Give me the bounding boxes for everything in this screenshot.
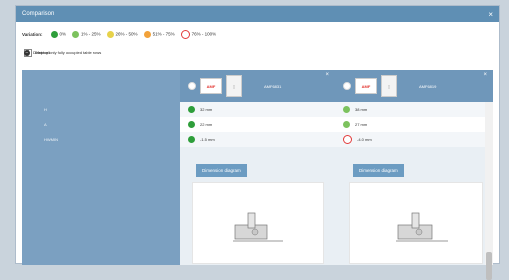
status-dot-icon	[343, 106, 350, 113]
remove-product-icon[interactable]: ×	[325, 72, 329, 78]
row-label-a: A	[44, 122, 47, 127]
product-thumbnail: ▯	[226, 75, 242, 97]
clamp-diagram-icon	[233, 212, 283, 242]
amf-logo: AMF	[355, 78, 377, 94]
legend-label: Variation:	[22, 32, 43, 37]
value-cell: 22 mm	[180, 117, 335, 132]
value-cell: 27 mm	[335, 117, 493, 132]
dimension-diagram-button[interactable]: Dimension diagram	[353, 164, 404, 177]
status-dot-icon	[188, 121, 195, 128]
value-cell: -1.5 mm	[180, 132, 335, 147]
amf-logo: AMF	[200, 78, 222, 94]
value-cell: -4.0 mm	[335, 132, 493, 147]
status-dot-icon	[188, 106, 195, 113]
legend-dot-icon	[72, 31, 80, 38]
value-cell: 38 mm	[335, 102, 493, 117]
dimension-diagram	[192, 182, 324, 264]
product-cell-1: AMF ▯ AMF6819 ×	[335, 70, 493, 102]
legend-item-4: 76% - 100%	[180, 30, 216, 39]
legend-dot-icon	[180, 30, 190, 39]
legend-item-3: 51% - 75%	[143, 31, 175, 38]
clamp-diagram-icon	[396, 212, 448, 242]
scrollbar[interactable]	[485, 102, 493, 280]
row-label-h: H	[44, 107, 47, 112]
select-radio[interactable]	[343, 82, 351, 90]
options-panel: ✓ Display only fully occupied table rows…	[16, 43, 499, 57]
product-name: AMF6831	[264, 83, 282, 89]
scrollbar-thumb[interactable]	[486, 252, 492, 280]
legend-item-2: 26% - 50%	[106, 31, 138, 38]
product-cell-0: AMF ▯ AMF6831 ×	[180, 70, 335, 102]
legend-item-0: 0%	[50, 31, 66, 38]
dimension-diagram	[349, 182, 483, 264]
status-dot-icon	[343, 135, 352, 144]
status-dot-icon	[188, 136, 195, 143]
attribute-column	[22, 70, 180, 265]
product-thumbnail: ▯	[381, 75, 397, 97]
comparison-table: AMF ▯ AMF6831 × AMF ▯ AMF6819 × H A HWMI…	[22, 70, 493, 280]
status-dot-icon	[343, 121, 350, 128]
close-icon[interactable]: ×	[488, 10, 493, 19]
row-label-hwmin: HWMIN	[44, 137, 58, 142]
legend-dot-icon	[106, 31, 114, 38]
variation-legend: Variation: 0% 1% - 25% 26% - 50% 51% - 7…	[16, 22, 499, 43]
product-name: AMF6819	[419, 83, 437, 89]
dialog-title: Comparison	[22, 11, 55, 17]
remove-icon[interactable]: −	[24, 49, 30, 56]
legend-dot-icon	[50, 31, 58, 38]
legend-dot-icon	[143, 31, 151, 38]
comparison-dialog: Comparison × Variation: 0% 1% - 25% 26% …	[15, 5, 500, 280]
value-cell: 32 mm	[180, 102, 335, 117]
select-radio[interactable]	[188, 82, 196, 90]
legend-item-1: 1% - 25%	[72, 31, 101, 38]
delete-all-link[interactable]: − Delete all	[24, 45, 50, 60]
remove-product-icon[interactable]: ×	[483, 72, 487, 78]
dialog-titlebar: Comparison ×	[16, 6, 499, 22]
dimension-diagram-button[interactable]: Dimension diagram	[196, 164, 247, 177]
